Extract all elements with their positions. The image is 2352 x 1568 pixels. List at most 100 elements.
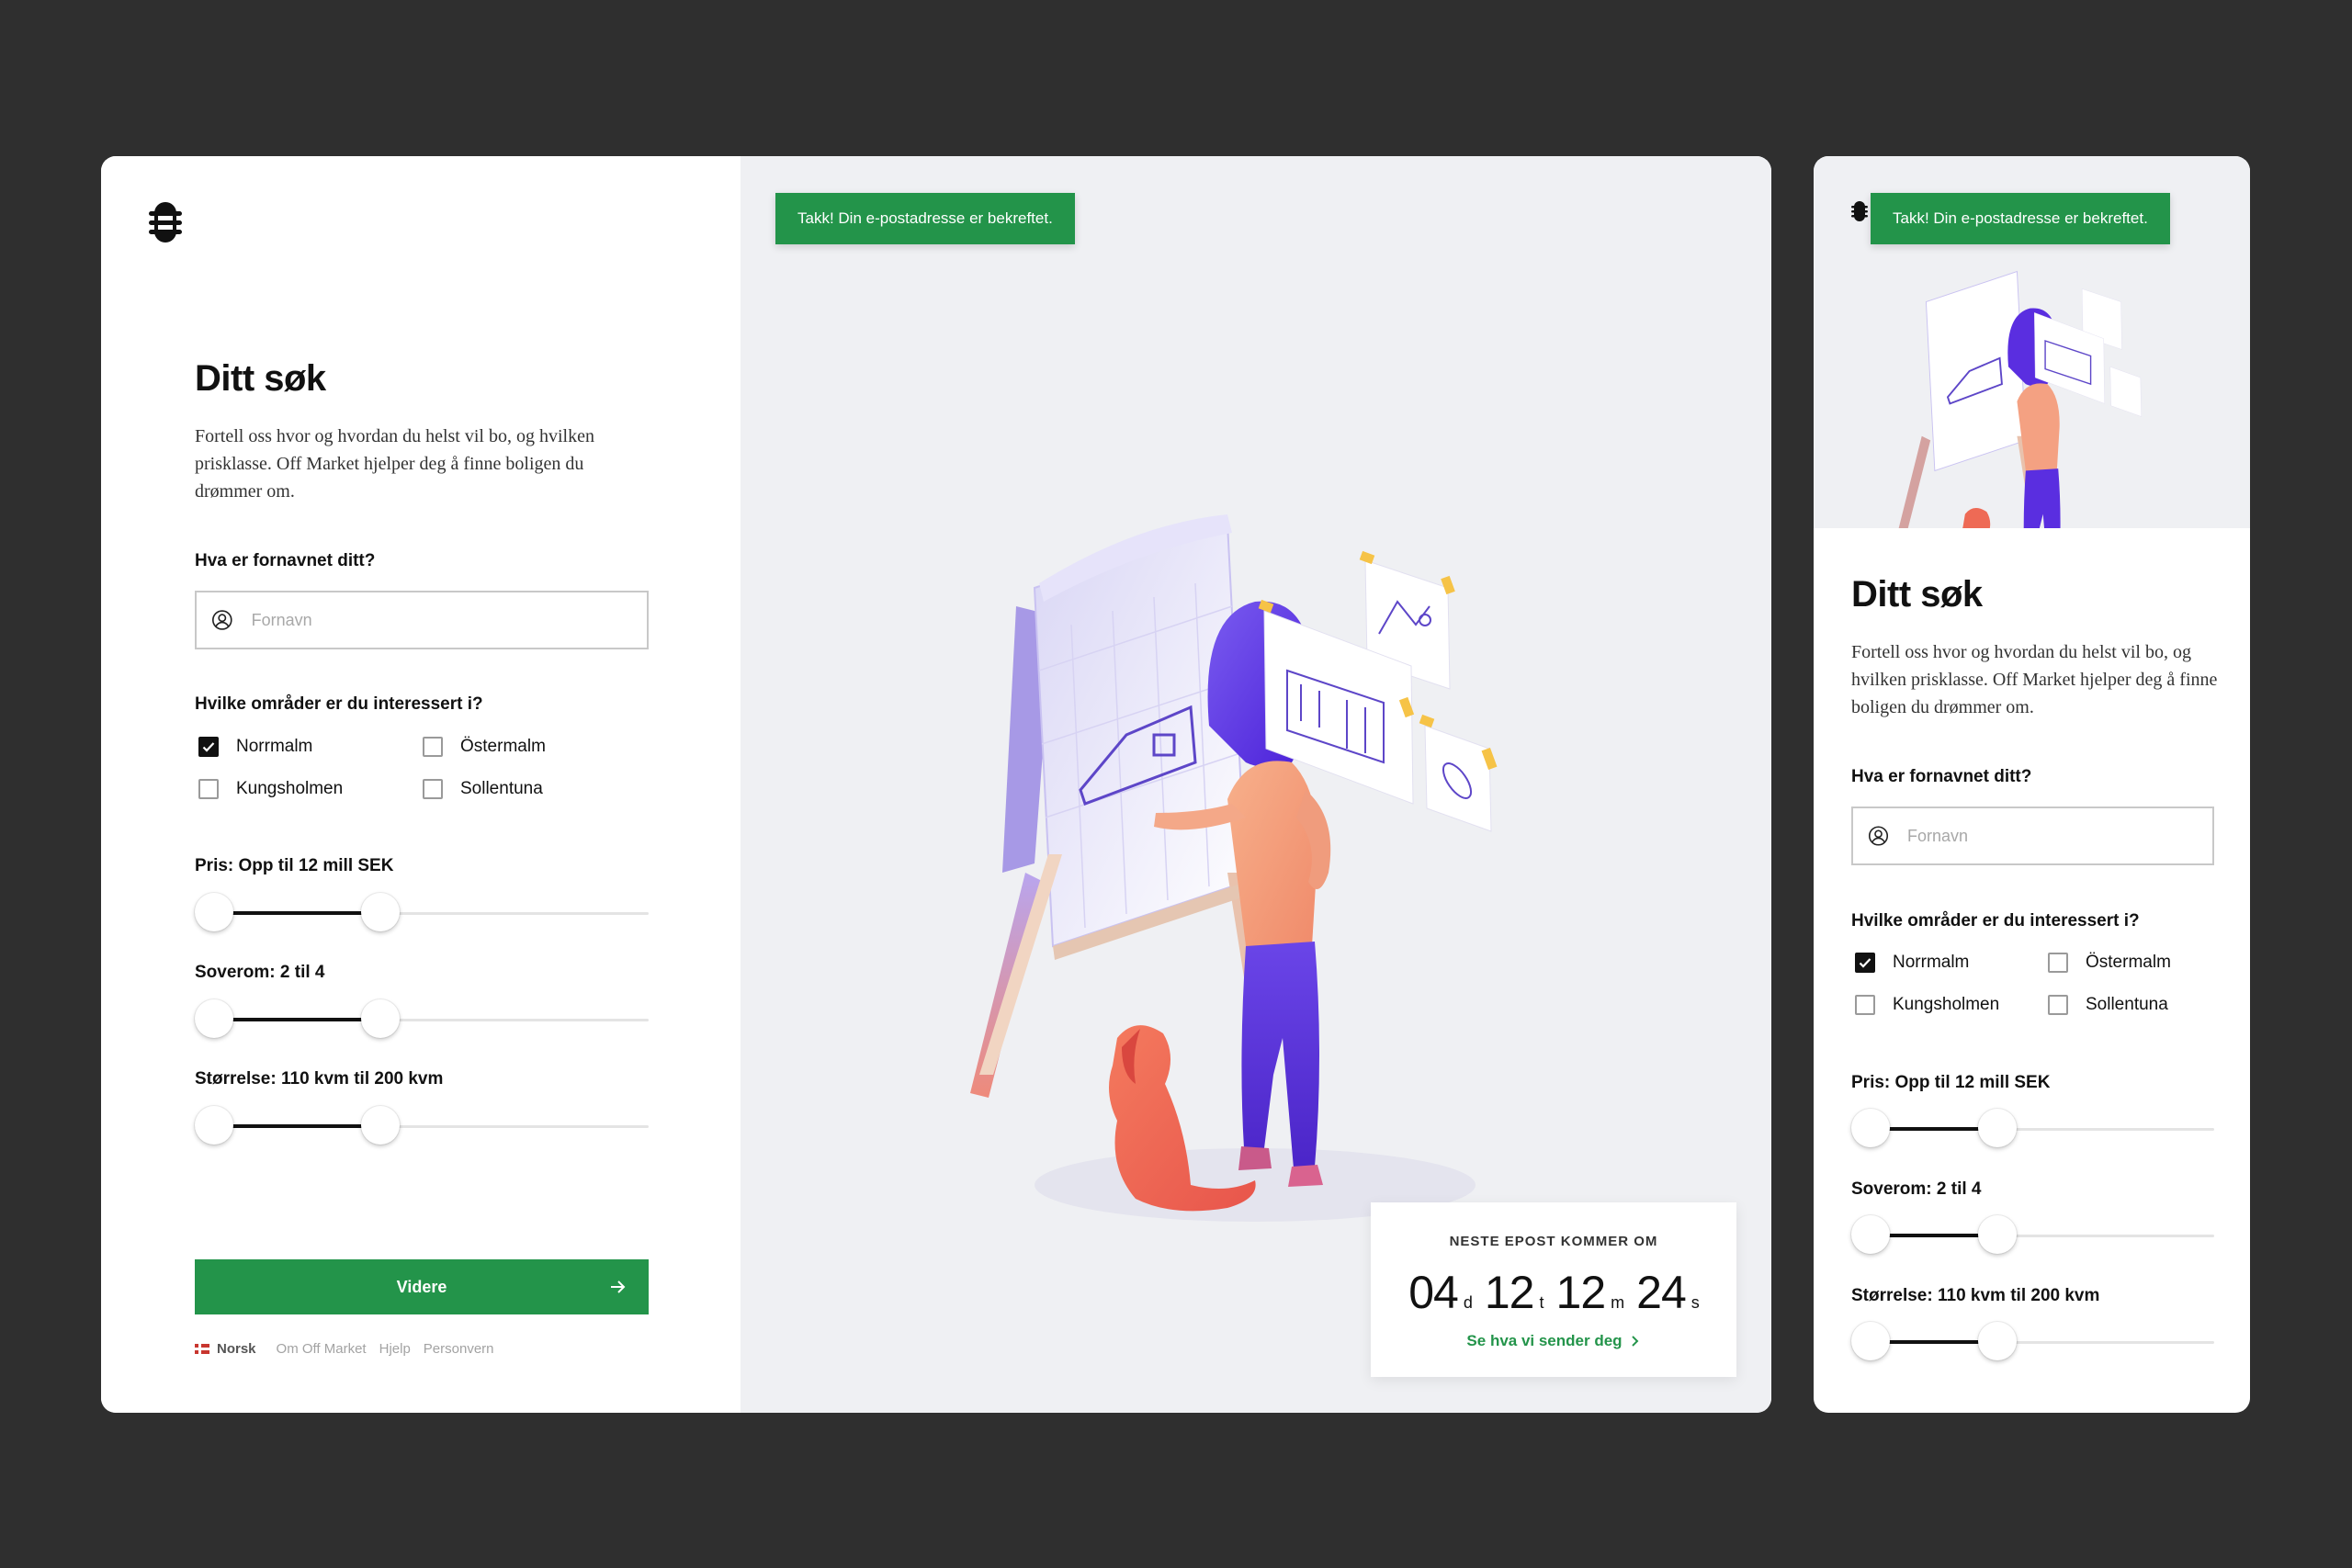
hero-panel: Takk! Din e-postadresse er bekreftet. NE…: [741, 156, 1771, 1413]
countdown-seconds: 24: [1636, 1267, 1687, 1318]
checkbox-box[interactable]: [2048, 953, 2068, 973]
see-what-we-send-label: Se hva vi sender deg: [1466, 1332, 1623, 1349]
person-drawing-house-illustration: [970, 514, 1498, 1222]
checkbox-label: Kungsholmen: [1893, 995, 2000, 1014]
countdown-hours-unit: t: [1539, 1293, 1544, 1312]
name-question-label: Hva er fornavnet ditt?: [195, 551, 376, 570]
checkbox-box[interactable]: [198, 779, 219, 799]
size-slider-label: Størrelse: 110 kvm til 200 kvm: [195, 1069, 444, 1089]
checkbox-kungsholmen[interactable]: Kungsholmen: [1855, 995, 1999, 1015]
continue-button[interactable]: Videre: [195, 1259, 649, 1314]
bedrooms-slider-label: Soverom: 2 til 4: [195, 963, 325, 982]
name-input[interactable]: [1907, 826, 2212, 846]
countdown-timer: 04 d 12 t 12 m 24 s: [1371, 1266, 1736, 1319]
confirmation-toast: Takk! Din e-postadresse er bekreftet.: [775, 193, 1075, 244]
slider-handle-min[interactable]: [1851, 1109, 1890, 1147]
slider-handle-max[interactable]: [360, 893, 400, 931]
checkbox-label: Norrmalm: [236, 737, 313, 756]
continue-button-label: Videre: [396, 1277, 447, 1296]
name-question-label: Hva er fornavnet ditt?: [1851, 767, 2032, 786]
off-market-logo: [1851, 201, 1868, 221]
see-what-we-send-link[interactable]: Se hva vi sender deg: [1466, 1332, 1640, 1350]
countdown-seconds-unit: s: [1690, 1293, 1700, 1312]
page-description: Fortell oss hvor og hvordan du helst vil…: [195, 426, 594, 502]
countdown-card: NESTE EPOST KOMMER OM 04 d 12 t 12 m 24 s Se…: [1371, 1202, 1736, 1377]
checkmark-icon: [1859, 958, 1871, 968]
size-range-slider[interactable]: [195, 1106, 649, 1146]
slider-handle-min[interactable]: [195, 999, 233, 1038]
bedrooms-range-slider[interactable]: [195, 999, 649, 1040]
checkbox-box[interactable]: [198, 737, 219, 757]
footer-link-privacy[interactable]: Personvern: [424, 1341, 494, 1357]
footer: Norsk Om Off Market Hjelp Personvern: [195, 1341, 494, 1357]
price-range-slider[interactable]: [1851, 1109, 2214, 1149]
checkbox-ostermalm[interactable]: Östermalm: [2048, 953, 2171, 973]
checkbox-label: Östermalm: [460, 737, 546, 756]
countdown-days-unit: d: [1463, 1293, 1473, 1312]
slider-handle-min[interactable]: [195, 893, 233, 931]
name-input[interactable]: [251, 610, 647, 630]
areas-question-label: Hvilke områder er du interessert i?: [195, 694, 483, 714]
language-selector[interactable]: Norsk: [195, 1341, 256, 1357]
checkbox-sollentuna[interactable]: Sollentuna: [2048, 995, 2168, 1015]
mobile-hero: Takk! Din e-postadresse er bekreftet.: [1814, 156, 2250, 528]
confirmation-toast: Takk! Din e-postadresse er bekreftet.: [1871, 193, 2170, 244]
slider-fill: [214, 1124, 380, 1128]
slider-handle-min[interactable]: [1851, 1215, 1890, 1254]
name-field[interactable]: [1851, 807, 2214, 865]
page-title: Ditt søk: [195, 358, 326, 399]
slider-handle-max[interactable]: [1977, 1215, 2017, 1254]
slider-handle-min[interactable]: [1851, 1322, 1890, 1360]
price-slider-label: Pris: Opp til 12 mill SEK: [1851, 1073, 2051, 1092]
checkbox-ostermalm[interactable]: Östermalm: [423, 737, 546, 757]
bedrooms-slider-label: Soverom: 2 til 4: [1851, 1179, 1982, 1199]
checkbox-box[interactable]: [423, 779, 443, 799]
countdown-days: 04: [1408, 1267, 1459, 1318]
checkbox-kungsholmen[interactable]: Kungsholmen: [198, 779, 343, 799]
checkbox-label: Sollentuna: [2086, 995, 2168, 1014]
checkbox-box[interactable]: [2048, 995, 2068, 1015]
slider-handle-max[interactable]: [1977, 1109, 2017, 1147]
form-panel: Ditt søk Fortell oss hvor og hvordan du …: [101, 156, 741, 1413]
size-slider-label: Størrelse: 110 kvm til 200 kvm: [1851, 1286, 2100, 1305]
checkbox-label: Norrmalm: [1893, 953, 1970, 972]
checkbox-label: Östermalm: [2086, 953, 2171, 972]
countdown-minutes: 12: [1555, 1267, 1607, 1318]
countdown-label: NESTE EPOST KOMMER OM: [1449, 1234, 1658, 1249]
size-range-slider[interactable]: [1851, 1322, 2214, 1362]
person-drawing-house-illustration: [1898, 270, 2142, 528]
user-circle-icon: [211, 610, 232, 630]
page-title: Ditt søk: [1851, 574, 1983, 615]
slider-handle-min[interactable]: [195, 1106, 233, 1145]
user-circle-icon: [1868, 826, 1889, 846]
bedrooms-range-slider[interactable]: [1851, 1215, 2214, 1256]
footer-link-help[interactable]: Hjelp: [379, 1341, 411, 1357]
areas-question-label: Hvilke områder er du interessert i?: [1851, 911, 2140, 931]
arrow-right-icon: [611, 1280, 626, 1293]
chevron-right-icon: [1631, 1336, 1638, 1347]
checkbox-label: Kungsholmen: [236, 779, 344, 798]
footer-link-about[interactable]: Om Off Market: [277, 1341, 367, 1357]
checkbox-norrmalm[interactable]: Norrmalm: [1855, 953, 1969, 973]
checkbox-norrmalm[interactable]: Norrmalm: [198, 737, 312, 757]
mobile-preview-card: Takk! Din e-postadresse er bekreftet. Di…: [1814, 156, 2250, 1413]
language-label: Norsk: [217, 1341, 256, 1357]
desktop-preview-card: Ditt søk Fortell oss hvor og hvordan du …: [101, 156, 1771, 1413]
slider-handle-max[interactable]: [360, 999, 400, 1038]
slider-handle-max[interactable]: [1977, 1322, 2017, 1360]
name-field[interactable]: [195, 591, 649, 649]
checkbox-box[interactable]: [423, 737, 443, 757]
price-range-slider[interactable]: [195, 893, 649, 933]
off-market-logo: [149, 202, 182, 243]
slider-fill: [214, 1018, 380, 1021]
page-description: Fortell oss hvor og hvordan du helst vil…: [1851, 642, 2218, 717]
checkbox-label: Sollentuna: [460, 779, 543, 798]
price-slider-label: Pris: Opp til 12 mill SEK: [195, 856, 394, 875]
checkbox-sollentuna[interactable]: Sollentuna: [423, 779, 543, 799]
slider-handle-max[interactable]: [360, 1106, 400, 1145]
checkmark-icon: [202, 742, 215, 752]
countdown-minutes-unit: m: [1611, 1293, 1624, 1312]
checkbox-box[interactable]: [1855, 953, 1875, 973]
checkbox-box[interactable]: [1855, 995, 1875, 1015]
countdown-hours: 12: [1484, 1267, 1535, 1318]
